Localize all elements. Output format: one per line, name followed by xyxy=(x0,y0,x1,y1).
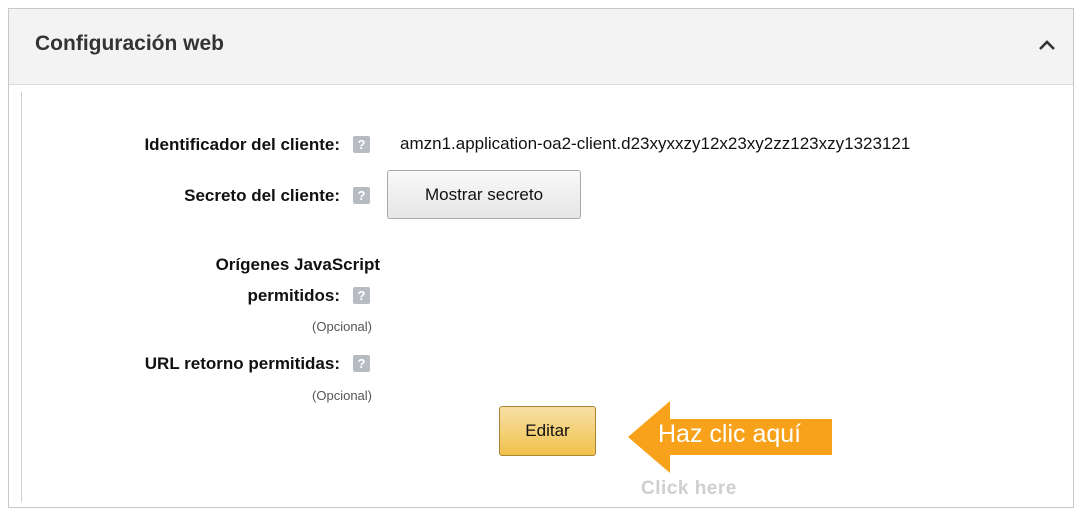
callout-text: Haz clic aquí xyxy=(658,420,802,448)
help-icon[interactable]: ? xyxy=(353,287,370,304)
help-icon[interactable]: ? xyxy=(353,355,370,372)
ghost-text: Click here xyxy=(641,478,737,499)
return-urls-optional: (Opcional) xyxy=(312,388,372,403)
edit-button[interactable]: Editar xyxy=(499,406,596,456)
panel-title: Configuración web xyxy=(35,32,224,55)
js-origins-label-line1: Orígenes JavaScript xyxy=(215,255,380,274)
client-id-label: Identificador del cliente: xyxy=(144,135,340,154)
return-urls-label: URL retorno permitidas: xyxy=(144,354,340,373)
show-secret-button[interactable]: Mostrar secreto xyxy=(387,170,581,219)
panel-header[interactable]: Configuración web xyxy=(9,9,1073,85)
client-id-value: amzn1.application-oa2-client.d23xyxxzy12… xyxy=(400,134,911,153)
client-secret-label: Secreto del cliente: xyxy=(184,186,340,205)
help-icon[interactable]: ? xyxy=(353,136,370,153)
content-border xyxy=(21,92,22,502)
help-icon[interactable]: ? xyxy=(353,187,370,204)
chevron-up-icon[interactable] xyxy=(1031,29,1063,61)
js-origins-label-line2: permitidos: xyxy=(247,286,340,305)
js-origins-optional: (Opcional) xyxy=(312,319,372,334)
